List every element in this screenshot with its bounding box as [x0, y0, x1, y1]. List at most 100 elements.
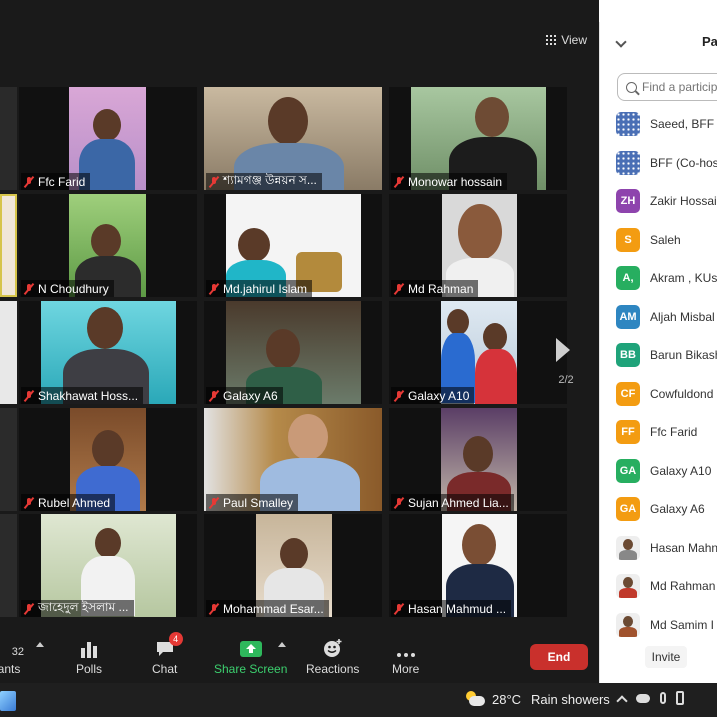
partial-video-tile [0, 301, 17, 404]
participants-button[interactable]: 32 ants [0, 636, 24, 676]
mic-muted-icon [24, 603, 34, 615]
view-button[interactable]: View [546, 30, 587, 50]
video-tile[interactable]: Ffc Farid [19, 87, 197, 190]
video-tile[interactable]: শ্যামগঞ্জ উন্নয়ন স... [204, 87, 382, 190]
participant-name: Sujan Ahmed Lia... [408, 495, 509, 510]
mic-muted-icon [24, 390, 34, 402]
mic-muted-icon [394, 176, 404, 188]
participant-name: Monowar hossain [408, 174, 503, 189]
participant-name: শ্যামগঞ্জ উন্নয়ন স... [223, 173, 317, 187]
participant-row[interactable]: Md Samim I [616, 612, 717, 638]
participants-panel: Par Saeed, BFF ( BFF (Co-host ZH Zakir Hoss… [599, 22, 717, 683]
onedrive-cloud-icon[interactable] [636, 693, 650, 703]
video-tile[interactable]: Hasan Mahmud ... [389, 514, 567, 617]
weather-condition: Rain showers [531, 691, 610, 707]
participant-name: Hasan Mahmud ... [408, 601, 507, 616]
participant-list-name: Md Rahman [650, 579, 716, 593]
participant-list-name: Barun Bikash [650, 348, 717, 362]
participant-list-name: Galaxy A6 [650, 502, 705, 516]
participant-search-input[interactable] [642, 80, 717, 94]
participant-row[interactable]: Saeed, BFF ( [616, 111, 717, 137]
video-tile[interactable]: Paul Smalley [204, 408, 382, 511]
participant-list-name: Zakir Hossai [650, 194, 717, 208]
video-tile[interactable]: Md Rahman [389, 194, 567, 297]
video-tile[interactable]: Mohammad Esar... [204, 514, 382, 617]
video-gallery: View Ffc Farid শ্যামগঞ্জ উন্নয়ন স... Mo… [0, 0, 599, 628]
chat-label: Chat [152, 662, 178, 676]
participant-avatar: ZH [616, 189, 640, 213]
more-button[interactable]: More [392, 636, 419, 676]
meeting-toolbar: 32 ants Polls 4 Chat Share Screen Reacti… [0, 628, 599, 683]
chevron-right-icon [556, 338, 570, 362]
participant-name: Galaxy A10 [408, 388, 470, 403]
participant-row[interactable]: GA Galaxy A10 [616, 458, 717, 484]
participant-row[interactable]: A, Akram , KUs [616, 265, 717, 291]
mic-muted-icon [24, 497, 34, 509]
reactions-button[interactable]: Reactions [306, 636, 359, 676]
zoom-meeting-window: View Ffc Farid শ্যামগঞ্জ উন্নয়ন স... Mo… [0, 0, 717, 717]
participants-count: 32 [11, 646, 24, 658]
participant-avatar [616, 535, 640, 560]
battery-icon[interactable] [676, 691, 684, 705]
polls-button[interactable]: Polls [76, 636, 102, 676]
end-meeting-button[interactable]: End [530, 644, 588, 670]
share-options-caret-icon[interactable] [278, 642, 286, 647]
invite-button[interactable]: Invite [645, 646, 687, 668]
participant-name: Mohammad Esar... [223, 601, 324, 616]
participant-name: Shakhawat Hoss... [38, 388, 139, 403]
microphone-icon[interactable] [660, 692, 666, 704]
video-tile[interactable]: Rubel Ahmed [19, 408, 197, 511]
participant-row[interactable]: AM Aljah Misbal [616, 304, 717, 330]
taskbar-app-icon[interactable] [0, 691, 16, 711]
panel-title: Par [702, 34, 717, 49]
chat-button[interactable]: 4 Chat [152, 632, 183, 676]
video-tile[interactable]: Galaxy A6 [204, 301, 382, 404]
mic-muted-icon [209, 497, 219, 509]
show-hidden-icons-chevron-icon[interactable] [616, 694, 628, 707]
video-tile[interactable]: Shakhawat Hoss... [19, 301, 197, 404]
video-tile[interactable]: Sujan Ahmed Lia... [389, 408, 567, 511]
chat-unread-badge: 4 [168, 632, 183, 646]
participant-row[interactable]: BFF (Co-host [616, 150, 717, 176]
participant-row[interactable]: FF Ffc Farid [616, 419, 717, 445]
share-screen-button[interactable]: Share Screen [214, 636, 287, 676]
participant-avatar [616, 150, 640, 175]
participant-list-name: BFF (Co-host [650, 155, 717, 170]
video-tile[interactable]: Monowar hossain [389, 87, 567, 190]
video-tile[interactable]: জাহেদুল ইসলাম ... [19, 514, 197, 617]
participant-row[interactable]: GA Galaxy A6 [616, 496, 717, 522]
mic-muted-icon [24, 283, 34, 295]
smiley-icon [323, 636, 343, 658]
participant-list-name: Aljah Misbal [650, 309, 715, 324]
participant-name: Paul Smalley [223, 495, 294, 510]
participant-row[interactable]: S Saleh [616, 227, 717, 253]
participant-search-box[interactable] [617, 73, 717, 101]
windows-taskbar: 28°C Rain showers [0, 683, 717, 717]
participant-avatar: AM [616, 304, 640, 329]
video-tile[interactable]: Galaxy A10 [389, 301, 567, 404]
participant-row[interactable]: CF Cowfuldond [616, 381, 717, 407]
participant-name: Ffc Farid [38, 174, 86, 189]
participant-list-name: Hasan Mahn [650, 540, 717, 555]
share-screen-icon [239, 636, 263, 658]
participant-row[interactable]: Md Rahman [616, 573, 717, 599]
partial-video-tile [0, 87, 17, 190]
participant-row[interactable]: Hasan Mahn [616, 535, 717, 561]
participants-label: ants [0, 662, 21, 676]
search-icon [626, 81, 637, 93]
participant-row[interactable]: BB Barun Bikash [616, 342, 717, 368]
next-page-button[interactable]: 2/2 [546, 312, 586, 390]
participant-avatar: GA [616, 458, 640, 483]
collapse-chevron-icon[interactable] [615, 36, 627, 48]
view-label: View [561, 33, 587, 47]
video-tile[interactable]: Md.jahirul Islam [204, 194, 382, 297]
participant-list-name: Cowfuldond [650, 386, 714, 401]
participants-options-caret-icon[interactable] [36, 642, 44, 647]
participant-row[interactable]: ZH Zakir Hossai [616, 188, 717, 214]
partial-video-tile [0, 514, 17, 617]
reactions-label: Reactions [306, 662, 360, 676]
weather-widget[interactable]: 28°C Rain showers [464, 691, 610, 707]
more-dots-icon [396, 636, 416, 658]
mic-muted-icon [209, 390, 219, 402]
video-tile[interactable]: N Choudhury [19, 194, 197, 297]
